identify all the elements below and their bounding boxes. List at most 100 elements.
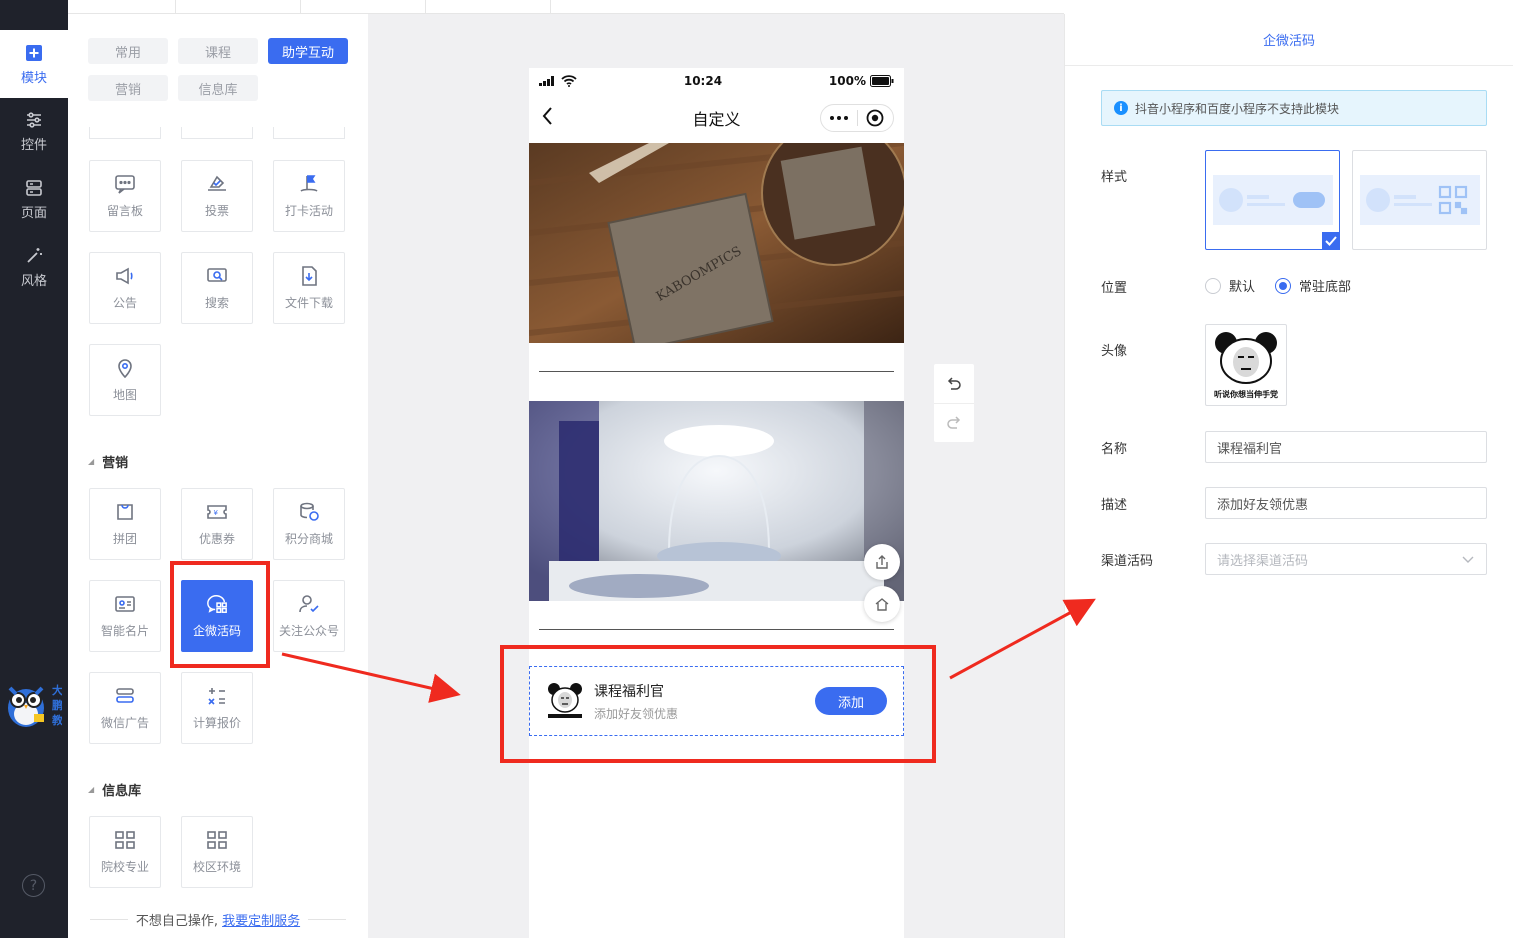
tab-common[interactable]: 常用 [88, 38, 168, 64]
sidebar-item-label: 页面 [20, 205, 47, 221]
top-toolbar-strip [68, 0, 1064, 14]
name-label: 名称 [1101, 442, 1128, 457]
grid-list-icon [206, 829, 228, 851]
qrcode-icon [1438, 185, 1467, 215]
undo-button[interactable] [934, 364, 974, 403]
section-info-library[interactable]: ◢ 信息库 [88, 780, 141, 799]
owl-mascot-logo: 大 鹏 教 [4, 678, 64, 730]
comp-checkin[interactable]: 打卡活动 [273, 160, 345, 232]
undo-icon [947, 376, 961, 390]
comp-label: 计算报价 [192, 716, 241, 730]
channel-select[interactable]: 请选择渠道活码 [1205, 543, 1487, 575]
custom-service-link[interactable]: 我要定制服务 [222, 910, 300, 929]
comp-label: 拼团 [112, 532, 137, 546]
comp-file-download[interactable]: 文件下载 [273, 252, 345, 324]
comp-announcement[interactable]: 公告 [89, 252, 161, 324]
sidebar-item-label: 模块 [20, 70, 47, 86]
more-dots-icon[interactable] [821, 116, 857, 120]
channel-placeholder: 请选择渠道活码 [1217, 553, 1309, 569]
comp-wechat-ad[interactable]: 微信广告 [89, 672, 161, 744]
sidebar-item-page[interactable]: 页面 [0, 166, 68, 232]
phone-preview: 10:24 100% 自定义 KABOOMPICS 课程福利官 添加好友领优惠 … [529, 68, 904, 938]
comp-message-board[interactable]: 留言板 [89, 160, 161, 232]
vote-icon [206, 173, 228, 195]
comp-map[interactable]: 地图 [89, 344, 161, 416]
desc-input[interactable]: 添加好友领优惠 [1205, 487, 1487, 519]
radio-fixed-bottom[interactable] [1275, 277, 1292, 294]
svg-text:¥: ¥ [214, 509, 219, 517]
sidebar-item-label: 风格 [20, 273, 47, 289]
sidebar-cap [0, 14, 68, 30]
comp-campus-environment[interactable]: 校区环境 [181, 816, 253, 888]
chevron-down-icon [1462, 553, 1474, 568]
avatar-label: 头像 [1101, 344, 1128, 359]
comp-label: 公告 [112, 296, 137, 310]
tab-learning-interaction[interactable]: 助学互动 [268, 38, 348, 64]
comp-school-major[interactable]: 院校专业 [89, 816, 161, 888]
comp-label: 留言板 [106, 204, 143, 218]
comp-calculator[interactable]: 计算报价 [181, 672, 253, 744]
comp-label: 关注公众号 [278, 624, 339, 638]
comp-label: 智能名片 [100, 624, 149, 638]
svg-text:鹏: 鹏 [52, 698, 62, 712]
comp-points-mall[interactable]: 积分商城 [273, 488, 345, 560]
sidebar-item-module[interactable]: 模块 [0, 30, 68, 98]
avatar-upload[interactable]: 听说你想当伸手党 [1205, 324, 1287, 406]
tab-marketing[interactable]: 营销 [88, 75, 168, 101]
search-icon [206, 265, 228, 287]
phone-nav-bar: 自定义 [529, 94, 904, 142]
style-option-qrcode[interactable] [1352, 150, 1487, 250]
comp-business-card[interactable]: 智能名片 [89, 580, 161, 652]
toolbar-segment [68, 0, 176, 13]
main-sidebar: 模块 控件 页面 风格 大 鹏 教 ? [0, 0, 68, 938]
undo-redo-toolbar [934, 364, 974, 442]
comp-label: 微信广告 [100, 716, 149, 730]
tab-course[interactable]: 课程 [178, 38, 258, 64]
close-target-icon[interactable] [858, 109, 894, 127]
page-title: 自定义 [692, 110, 741, 129]
unsupported-notice: i 抖音小程序和百度小程序不支持此模块 [1101, 90, 1487, 126]
status-time: 10:24 [683, 74, 723, 88]
back-arrow-icon[interactable] [541, 106, 553, 130]
name-input[interactable]: 课程福利官 [1205, 431, 1487, 463]
plus-square-icon [24, 43, 44, 63]
avatar-caption: 听说你想当伸手党 [1214, 389, 1278, 399]
annotation-highlight-preview [500, 645, 936, 763]
settings-panel: 企微活码 i 抖音小程序和百度小程序不支持此模块 样式 位置 默认 常驻底部 头… [1064, 14, 1513, 938]
card-partial [273, 127, 345, 139]
radio-label-default: 默认 [1229, 280, 1256, 295]
share-float-button[interactable] [864, 544, 900, 580]
radio-default[interactable] [1205, 277, 1221, 294]
sidebar-item-control[interactable]: 控件 [0, 98, 68, 164]
campus-interior-photo [529, 401, 904, 601]
help-icon[interactable]: ? [22, 874, 45, 897]
redo-button[interactable] [934, 403, 974, 442]
grid-list-icon [114, 829, 136, 851]
magic-wand-icon [24, 246, 44, 266]
top-strip-right [1064, 0, 1513, 14]
comp-coupon[interactable]: ¥ 优惠券 [181, 488, 253, 560]
style-preview-qrcode [1359, 175, 1480, 225]
style-option-button[interactable] [1205, 150, 1340, 250]
comp-follow-account[interactable]: 关注公众号 [273, 580, 345, 652]
section-marketing[interactable]: ◢ 营销 [88, 452, 128, 471]
settings-title: 企微活码 [1065, 14, 1513, 66]
svg-text:教: 教 [51, 713, 62, 727]
comp-label: 地图 [112, 388, 137, 402]
wifi-icon [561, 75, 577, 87]
home-float-button[interactable] [864, 586, 900, 622]
comp-label: 打卡活动 [284, 204, 333, 218]
svg-text:大: 大 [52, 683, 62, 697]
radio-label-fixed-bottom: 常驻底部 [1299, 280, 1352, 295]
footer-divider [308, 919, 346, 920]
card-partial [181, 127, 253, 139]
comp-group-buy[interactable]: 拼团 [89, 488, 161, 560]
comp-vote[interactable]: 投票 [181, 160, 253, 232]
footer-divider [90, 919, 128, 920]
sidebar-item-style[interactable]: 风格 [0, 234, 68, 300]
tab-info-library[interactable]: 信息库 [178, 75, 258, 101]
selected-check-icon [1322, 232, 1340, 250]
component-panel: 常用 课程 助学互动 营销 信息库 留言板 投票 打卡活动 公告 搜索 文件下载… [68, 14, 368, 938]
comp-search[interactable]: 搜索 [181, 252, 253, 324]
toolbar-segment [301, 0, 426, 13]
